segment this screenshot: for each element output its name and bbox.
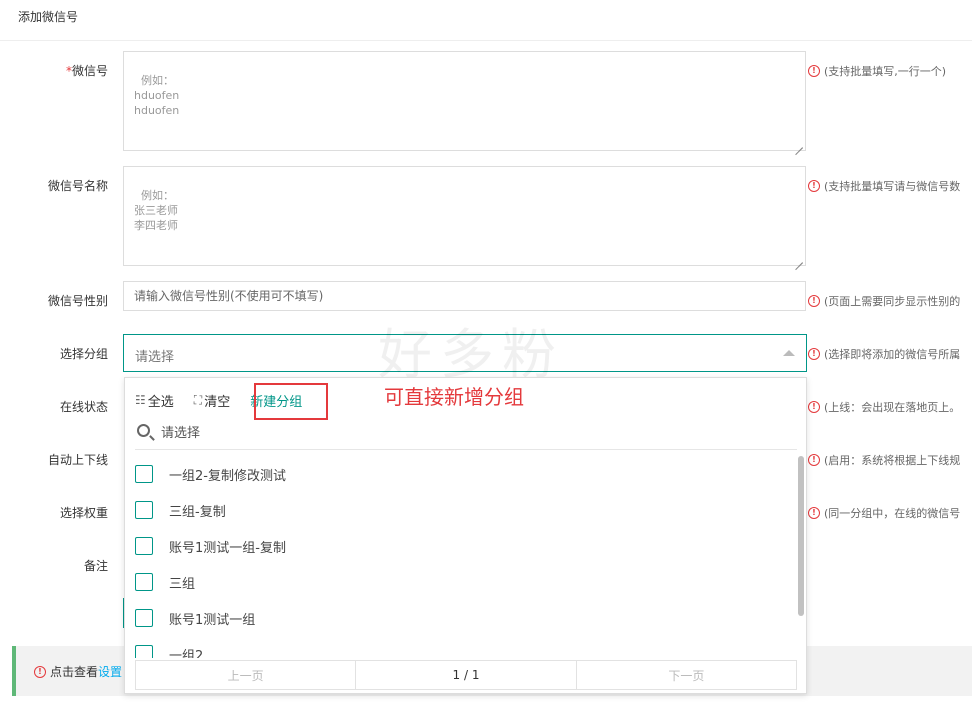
dropdown-scrollbar[interactable]: [798, 456, 804, 616]
select-all-button[interactable]: ☷ 全选: [135, 391, 174, 410]
wechat-gender-hint: ! (页面上需要同步显示性别的: [808, 293, 960, 309]
group-select[interactable]: 请选择: [123, 334, 807, 372]
list-item[interactable]: 三组: [135, 570, 195, 594]
settings-link[interactable]: 设置: [98, 663, 122, 680]
checkbox[interactable]: [135, 609, 153, 627]
info-icon: !: [808, 180, 820, 192]
next-page-button[interactable]: 下一页: [577, 661, 796, 689]
dropdown-pager: 上一页 1 / 1 下一页: [135, 660, 797, 690]
wechat-id-label: *微信号: [65, 64, 108, 78]
info-icon: !: [808, 454, 820, 466]
checkbox[interactable]: [135, 465, 153, 483]
list-check-icon: ☷: [135, 393, 146, 407]
wechat-gender-input[interactable]: [123, 281, 806, 311]
dropdown-search-input[interactable]: [161, 422, 761, 444]
list-item[interactable]: 账号1测试一组: [135, 606, 255, 630]
checkbox[interactable]: [135, 501, 153, 519]
info-icon: !: [808, 348, 820, 360]
wechat-name-label: 微信号名称: [47, 179, 108, 193]
info-icon: !: [808, 507, 820, 519]
page-info: 1 / 1: [356, 661, 577, 689]
info-icon: !: [34, 665, 46, 678]
auto-online-label: 自动上下线: [47, 453, 108, 467]
group-dropdown: ☷ 全选 ⛶ 清空 新建分组 一组2-复制修改测试 三组-复制 账号1测试一组-…: [124, 377, 807, 694]
search-icon: [137, 424, 150, 437]
wechat-gender-label: 微信号性别: [47, 294, 108, 308]
annotation-text: 可直接新增分组: [384, 385, 524, 409]
group-select-placeholder: 请选择: [135, 350, 175, 365]
online-status-label: 在线状态: [59, 400, 108, 414]
wechat-id-textarea[interactable]: 例如： hduofen hduofen: [123, 51, 806, 151]
weight-hint: ! (同一分组中，在线的微信号: [808, 505, 960, 521]
resize-grip-icon[interactable]: [795, 255, 803, 263]
checkbox[interactable]: [135, 573, 153, 591]
caret-up-icon: [783, 350, 795, 356]
wechat-id-placeholder: 例如： hduofen hduofen: [134, 74, 180, 117]
highlight-box: [254, 383, 328, 420]
clear-button[interactable]: ⛶ 清空: [194, 391, 230, 410]
weight-label: 选择权重: [59, 506, 108, 520]
notice-text: 点击查看: [50, 665, 99, 679]
wechat-name-textarea[interactable]: 例如： 张三老师 李四老师: [123, 166, 806, 266]
list-item[interactable]: 一组2: [135, 642, 203, 658]
checkbox[interactable]: [135, 537, 153, 555]
checkbox[interactable]: [135, 645, 153, 658]
page-title: 添加微信号: [18, 10, 79, 24]
notice-content: ! 点击查看 设置: [34, 663, 122, 680]
list-item[interactable]: 一组2-复制修改测试: [135, 462, 286, 486]
info-icon: !: [808, 401, 820, 413]
wechat-name-placeholder: 例如： 张三老师 李四老师: [134, 189, 178, 232]
auto-online-hint: ! (启用：系统将根据上下线规: [808, 452, 960, 468]
dropdown-search: [135, 420, 797, 450]
list-item[interactable]: 账号1测试一组-复制: [135, 534, 286, 558]
prev-page-button[interactable]: 上一页: [136, 661, 357, 689]
dropdown-list: 一组2-复制修改测试 三组-复制 账号1测试一组-复制 三组 账号1测试一组 一…: [125, 456, 797, 658]
wechat-id-hint: ! (支持批量填写,一行一个): [808, 63, 946, 79]
info-icon: !: [808, 65, 820, 77]
info-icon: !: [808, 295, 820, 307]
remark-label: 备注: [83, 559, 108, 573]
wechat-name-hint: ! (支持批量填写请与微信号数: [808, 178, 960, 194]
online-status-hint: ! (上线：会出现在落地页上。: [808, 399, 960, 415]
clear-icon: ⛶: [193, 392, 203, 407]
list-item[interactable]: 三组-复制: [135, 498, 226, 522]
group-hint: ! (选择即将添加的微信号所属: [808, 346, 960, 362]
page-header: 添加微信号: [0, 0, 972, 41]
group-label: 选择分组: [59, 347, 108, 361]
resize-grip-icon[interactable]: [795, 140, 803, 148]
